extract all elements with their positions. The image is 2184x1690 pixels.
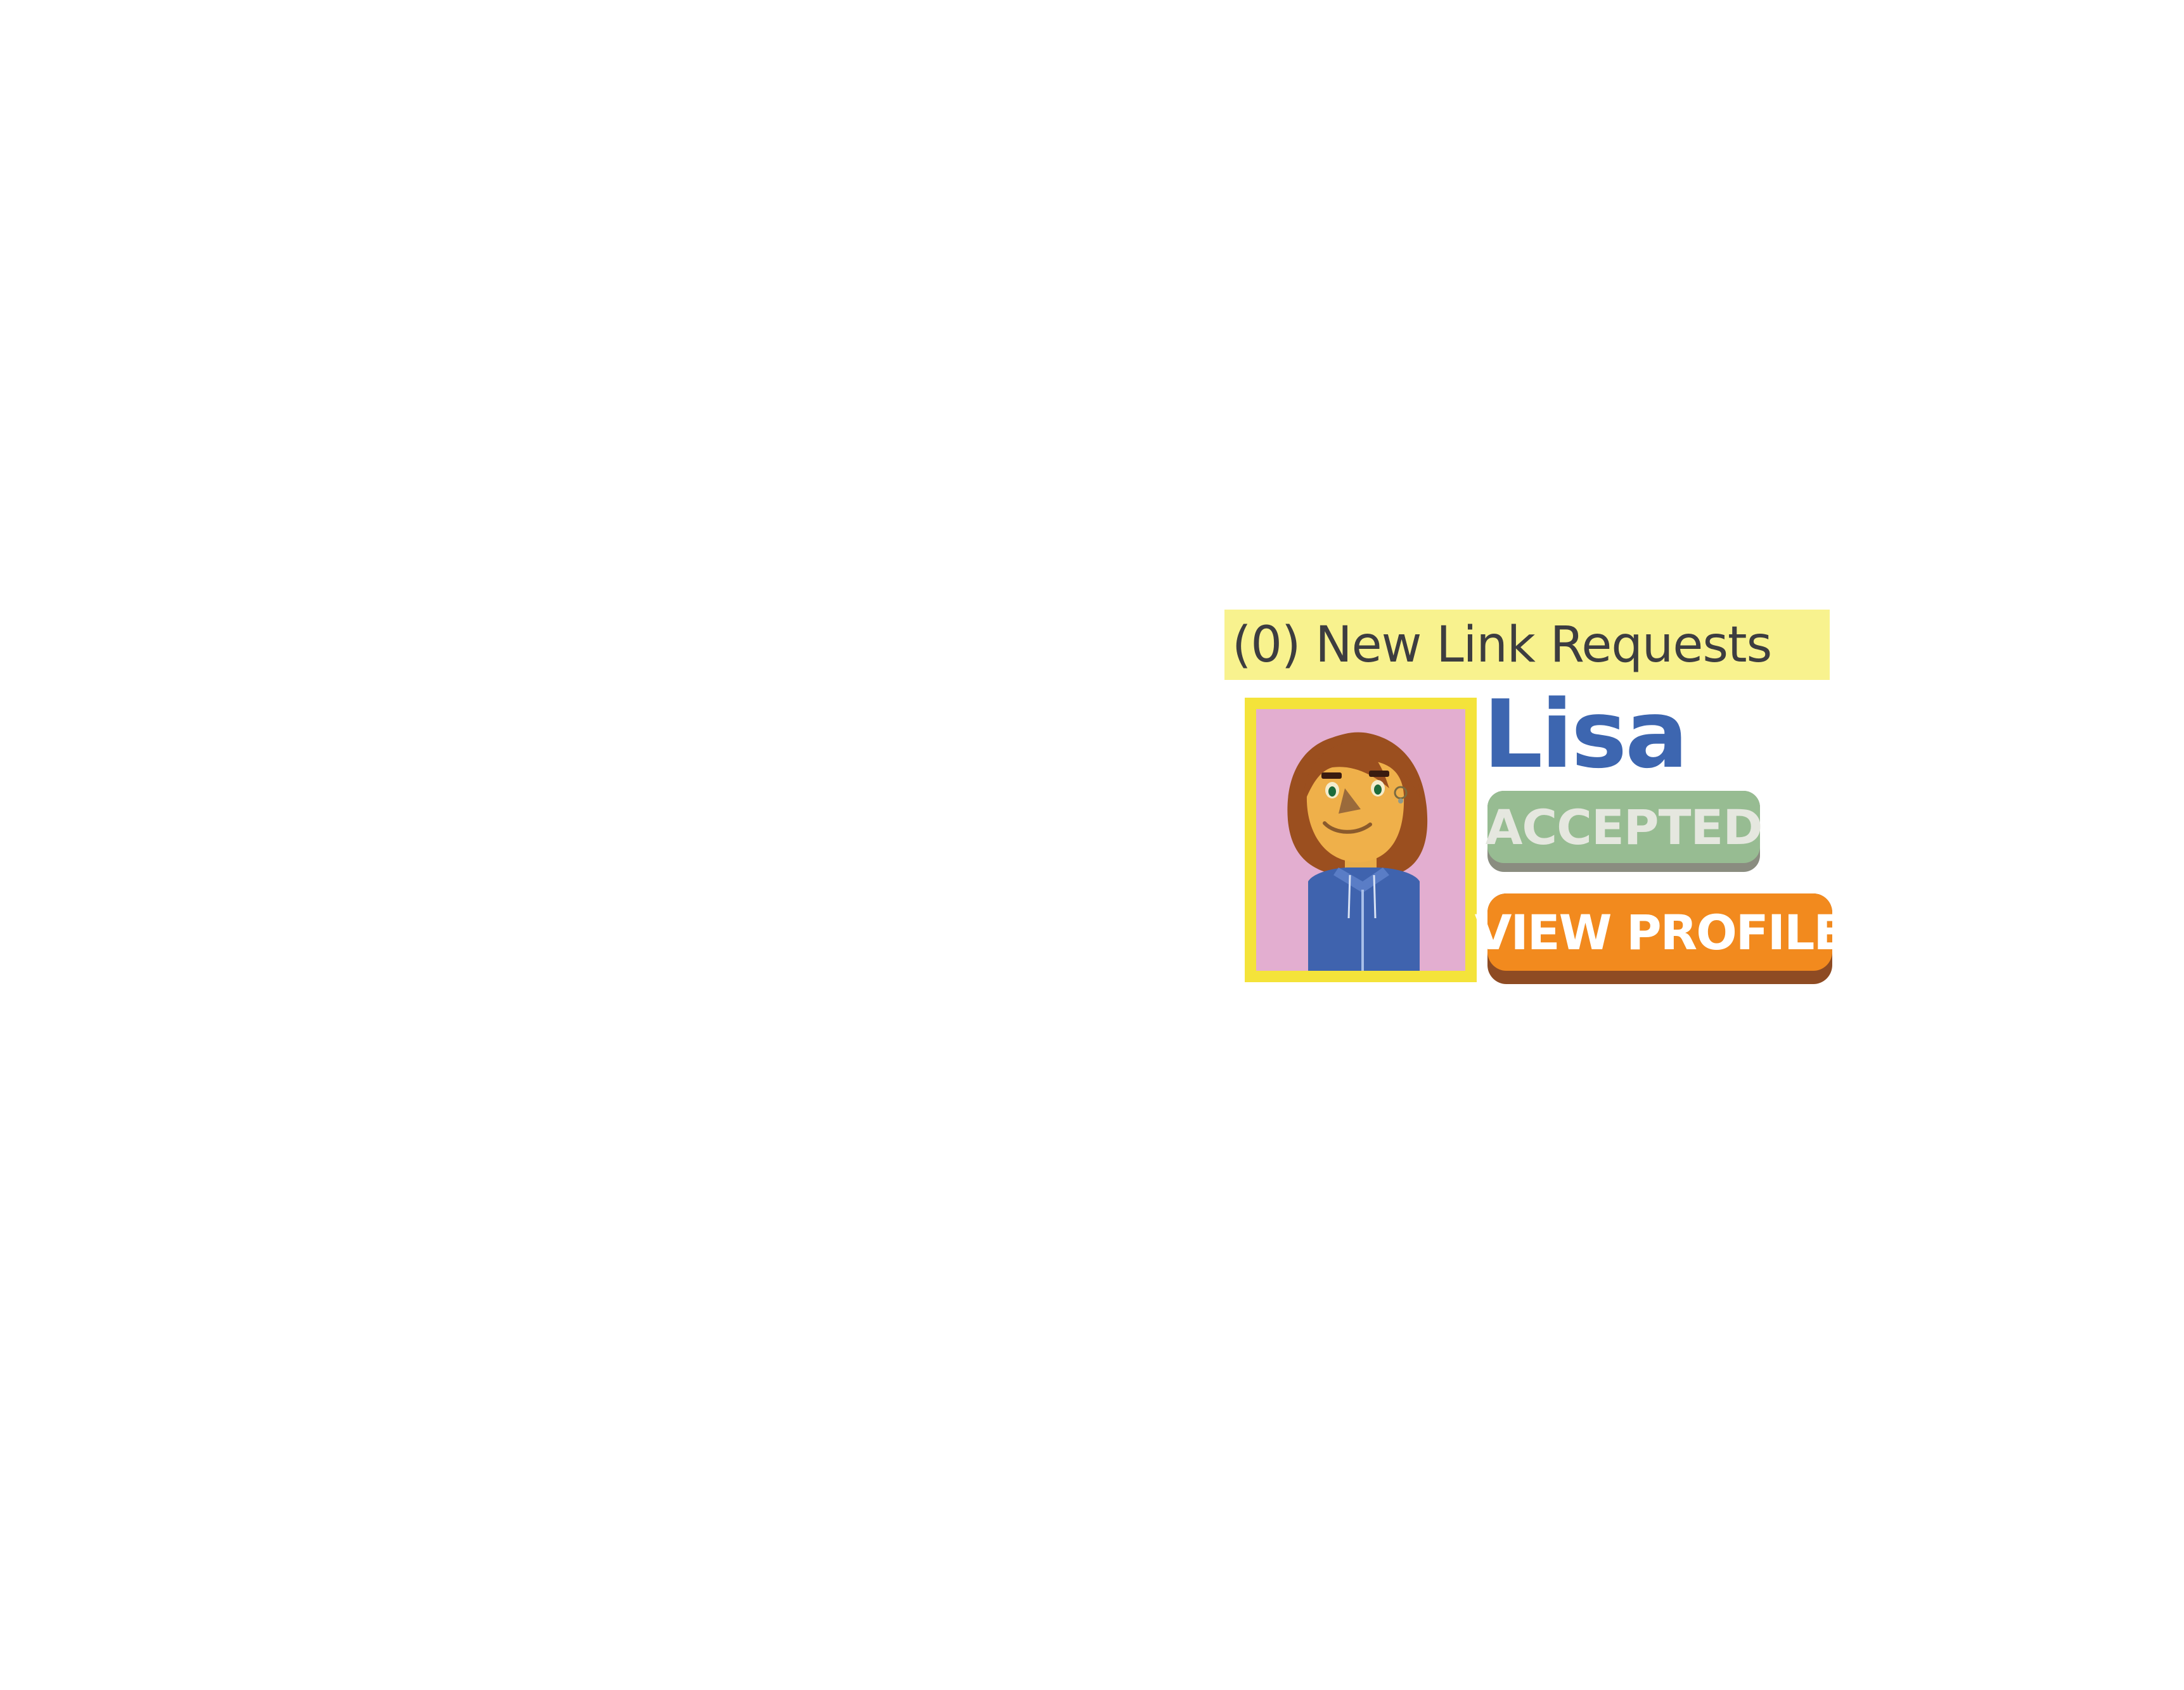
status-badge-label: ACCEPTED xyxy=(1485,798,1763,855)
view-profile-button-label: VIEW PROFILE xyxy=(1474,904,1847,961)
status-badge-face: ACCEPTED xyxy=(1485,791,1763,863)
status-badge: ACCEPTED xyxy=(1485,791,1763,872)
user-name: Lisa xyxy=(1483,680,1688,789)
view-profile-button[interactable]: VIEW PROFILE xyxy=(1475,893,1846,984)
link-requests-panel: (0) New Link Requests Lisa ACCEPTED VIEW… xyxy=(0,0,2184,1690)
new-link-requests-label: (0) New Link Requests xyxy=(1232,616,1772,674)
avatar xyxy=(1245,698,1477,982)
new-link-requests-header: (0) New Link Requests xyxy=(1224,610,1830,680)
avatar-portrait-icon xyxy=(1256,709,1465,971)
view-profile-button-face[interactable]: VIEW PROFILE xyxy=(1475,893,1846,971)
